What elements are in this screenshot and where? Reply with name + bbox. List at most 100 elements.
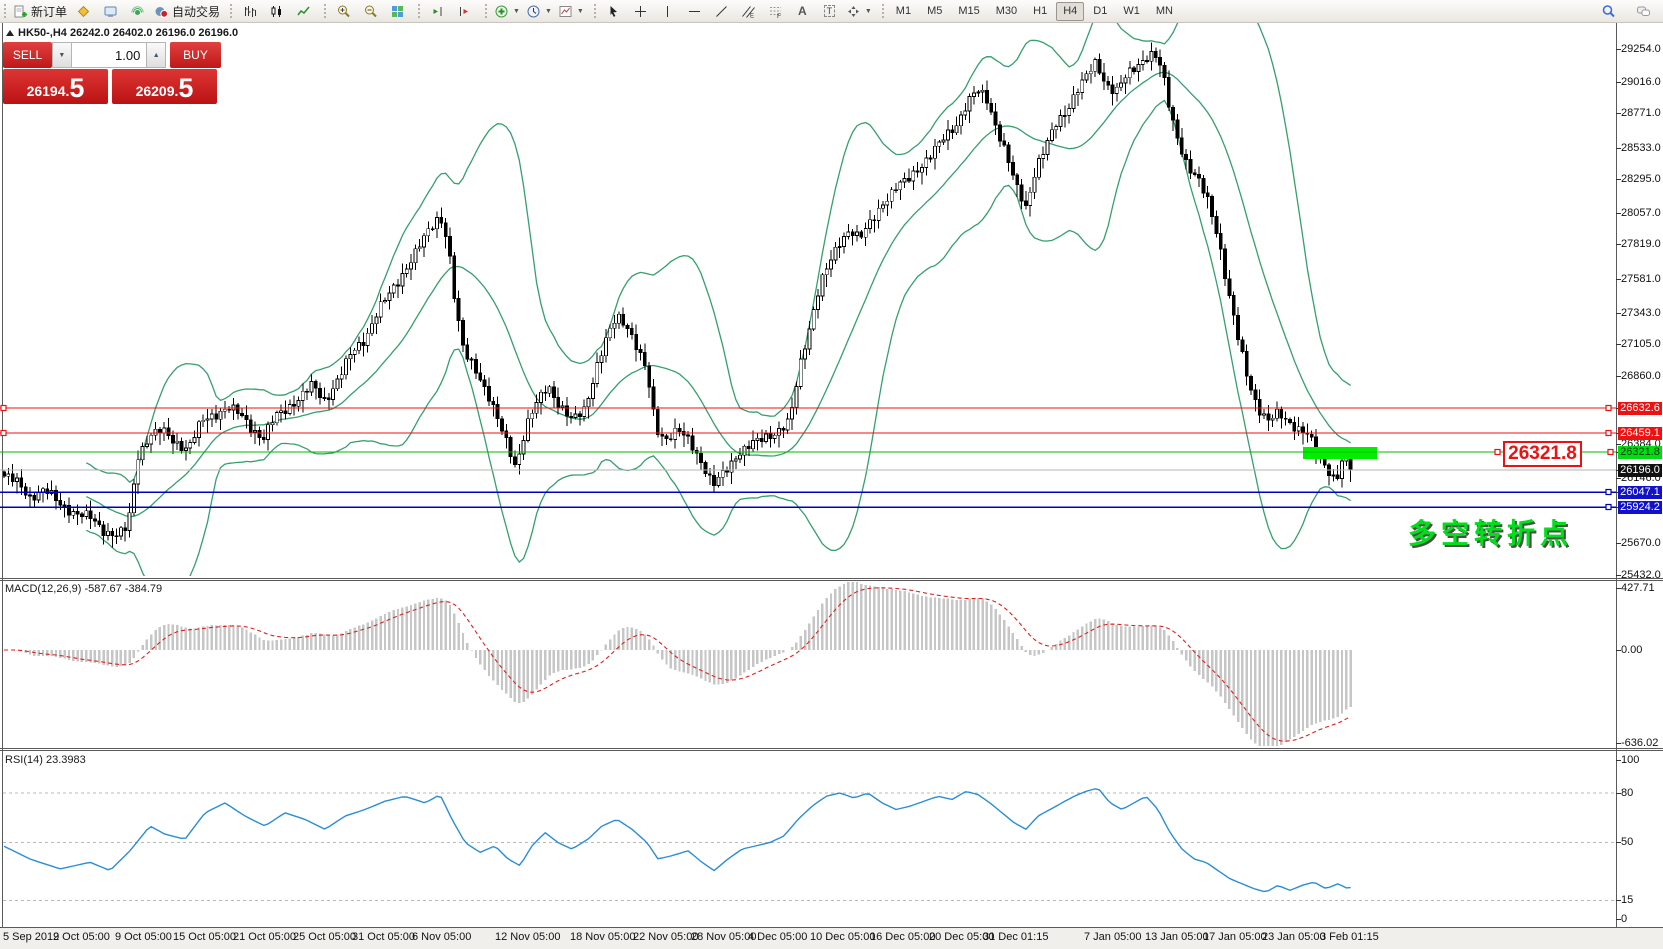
drag-grip-icon[interactable] — [594, 4, 596, 18]
collapse-panel-icon[interactable] — [6, 30, 14, 36]
timeframe-group: M1M5M15M30H1H4D1W1MN — [878, 0, 1184, 22]
fibonacci-icon: F — [768, 4, 783, 19]
time-tick-label: 22 Nov 05:00 — [633, 931, 698, 943]
time-tick-label: 17 Jan 05:00 — [1203, 931, 1267, 943]
charts-button[interactable] — [70, 2, 97, 21]
drag-grip-icon[interactable] — [418, 4, 420, 18]
periods-button[interactable]: ▼ — [523, 2, 555, 21]
auto-scroll-button[interactable] — [424, 2, 451, 21]
chat-button[interactable] — [1630, 2, 1657, 21]
line-chart-icon — [296, 4, 311, 19]
crosshair-button[interactable] — [627, 2, 654, 21]
tab-timeframe-M15[interactable]: M15 — [951, 2, 986, 21]
price-tick-label: 26860.0 — [1621, 370, 1661, 382]
buy-price-button[interactable]: 26209. 5 — [112, 69, 217, 104]
volume-decrease-button[interactable]: ▼ — [52, 42, 72, 68]
tab-timeframe-H4[interactable]: H4 — [1056, 2, 1084, 21]
sell-button[interactable]: SELL — [3, 42, 52, 68]
hline-button[interactable] — [681, 2, 708, 21]
new-order-label: 新订单 — [31, 3, 67, 20]
zoom-in-icon — [336, 4, 351, 19]
price-tick-label: 28771.0 — [1621, 107, 1661, 119]
chart-shift-icon — [457, 4, 472, 19]
drag-grip-icon[interactable] — [4, 4, 6, 18]
cursor-button[interactable] — [600, 2, 627, 21]
auto-scroll-icon — [430, 4, 445, 19]
price-tick-label: 25432.0 — [1621, 569, 1661, 581]
market-watch-button[interactable] — [97, 2, 124, 21]
drag-grip-icon[interactable] — [882, 4, 884, 18]
tile-windows-button[interactable] — [384, 2, 411, 21]
toolbar-group: E F AT▼ — [590, 0, 878, 22]
time-tick-label: 28 Nov 05:00 — [691, 931, 756, 943]
rsi-indicator-label: RSI(14) 23.3983 — [5, 754, 86, 766]
crosshair-icon — [633, 4, 648, 19]
tab-timeframe-M30[interactable]: M30 — [989, 2, 1024, 21]
time-tick-label: 4 Dec 05:00 — [748, 931, 807, 943]
time-tick-label: 18 Nov 05:00 — [570, 931, 635, 943]
time-tick-label: 10 Dec 05:00 — [810, 931, 875, 943]
channel-button[interactable]: E — [735, 2, 762, 21]
chart-title: HK50-,H4 26242.0 26402.0 26196.0 26196.0 — [6, 27, 238, 39]
candle-chart-button[interactable] — [263, 2, 290, 21]
trendline-button[interactable] — [708, 2, 735, 21]
zoom-in-button[interactable] — [330, 2, 357, 21]
autotrade-button[interactable]: 自动交易 — [151, 2, 223, 21]
price-tick-label: 25670.0 — [1621, 537, 1661, 549]
one-click-trading-panel: SELL ▼ 1.00 ▲ BUY 26194. 5 26209. 5 — [3, 42, 221, 104]
signals-button[interactable] — [124, 2, 151, 21]
charts-icon — [76, 4, 91, 19]
toolbar-group — [414, 0, 481, 22]
arrows-button[interactable]: ▼ — [843, 2, 875, 21]
drag-grip-icon[interactable] — [230, 4, 232, 18]
price-tick-label: 27581.0 — [1621, 273, 1661, 285]
top-toolbar: 新订单自动交易▼▼▼EFAT▼M1M5M15M30H1H4D1W1MN — [0, 0, 1663, 23]
price-tick-label: 29254.0 — [1621, 43, 1661, 55]
line-chart-button[interactable] — [290, 2, 317, 21]
tab-timeframe-M1[interactable]: M1 — [889, 2, 918, 21]
dropdown-caret-icon: ▼ — [513, 8, 520, 15]
text-icon: A — [798, 4, 807, 18]
price-badge: 26196.0 — [1618, 464, 1662, 477]
templates-button[interactable]: ▼ — [555, 2, 587, 21]
fibonacci-button[interactable]: F — [762, 2, 789, 21]
new-order-icon — [13, 4, 28, 19]
tab-timeframe-M5[interactable]: M5 — [920, 2, 949, 21]
chart-shift-button[interactable] — [451, 2, 478, 21]
tab-timeframe-H1[interactable]: H1 — [1026, 2, 1054, 21]
volume-increase-button[interactable]: ▲ — [146, 42, 166, 68]
price-level-callout[interactable]: 26321.8 — [1503, 441, 1582, 467]
terminal-window: 新订单自动交易▼▼▼EFAT▼M1M5M15M30H1H4D1W1MN HK50… — [0, 0, 1663, 949]
drag-grip-icon[interactable] — [485, 4, 487, 18]
time-tick-label: 12 Nov 05:00 — [495, 931, 560, 943]
indicators-button[interactable]: ▼ — [491, 2, 523, 21]
chart-title-text: HK50-,H4 26242.0 26402.0 26196.0 26196.0 — [18, 27, 238, 39]
macd-tick-label: -636.02 — [1621, 737, 1658, 749]
vline-button[interactable] — [654, 2, 681, 21]
volume-input[interactable]: 1.00 — [72, 42, 147, 68]
rsi-tick-label: 100 — [1621, 754, 1639, 766]
search-button[interactable] — [1595, 2, 1622, 21]
bar-chart-icon — [242, 4, 257, 19]
buy-button[interactable]: BUY — [170, 42, 221, 68]
svg-text:F: F — [777, 13, 781, 19]
time-tick-label: 15 Oct 05:00 — [173, 931, 236, 943]
trendline-icon — [714, 4, 729, 19]
vline-icon — [660, 4, 675, 19]
sell-price-button[interactable]: 26194. 5 — [3, 69, 108, 104]
time-tick-label: 21 Oct 05:00 — [233, 931, 296, 943]
text-label-button[interactable]: T — [816, 2, 843, 21]
channel-icon: E — [741, 4, 756, 19]
zoom-out-button[interactable] — [357, 2, 384, 21]
tab-timeframe-MN[interactable]: MN — [1149, 2, 1180, 21]
market-watch-icon — [103, 4, 118, 19]
macd-tick-label: 427.71 — [1621, 582, 1655, 594]
time-tick-label: 31 Dec 01:15 — [983, 931, 1048, 943]
price-badge: 26047.1 — [1618, 486, 1662, 499]
tab-timeframe-W1[interactable]: W1 — [1116, 2, 1147, 21]
text-button[interactable]: A — [789, 2, 816, 21]
drag-grip-icon[interactable] — [324, 4, 326, 18]
new-order-button[interactable]: 新订单 — [10, 2, 70, 21]
tab-timeframe-D1[interactable]: D1 — [1086, 2, 1114, 21]
bar-chart-button[interactable] — [236, 2, 263, 21]
